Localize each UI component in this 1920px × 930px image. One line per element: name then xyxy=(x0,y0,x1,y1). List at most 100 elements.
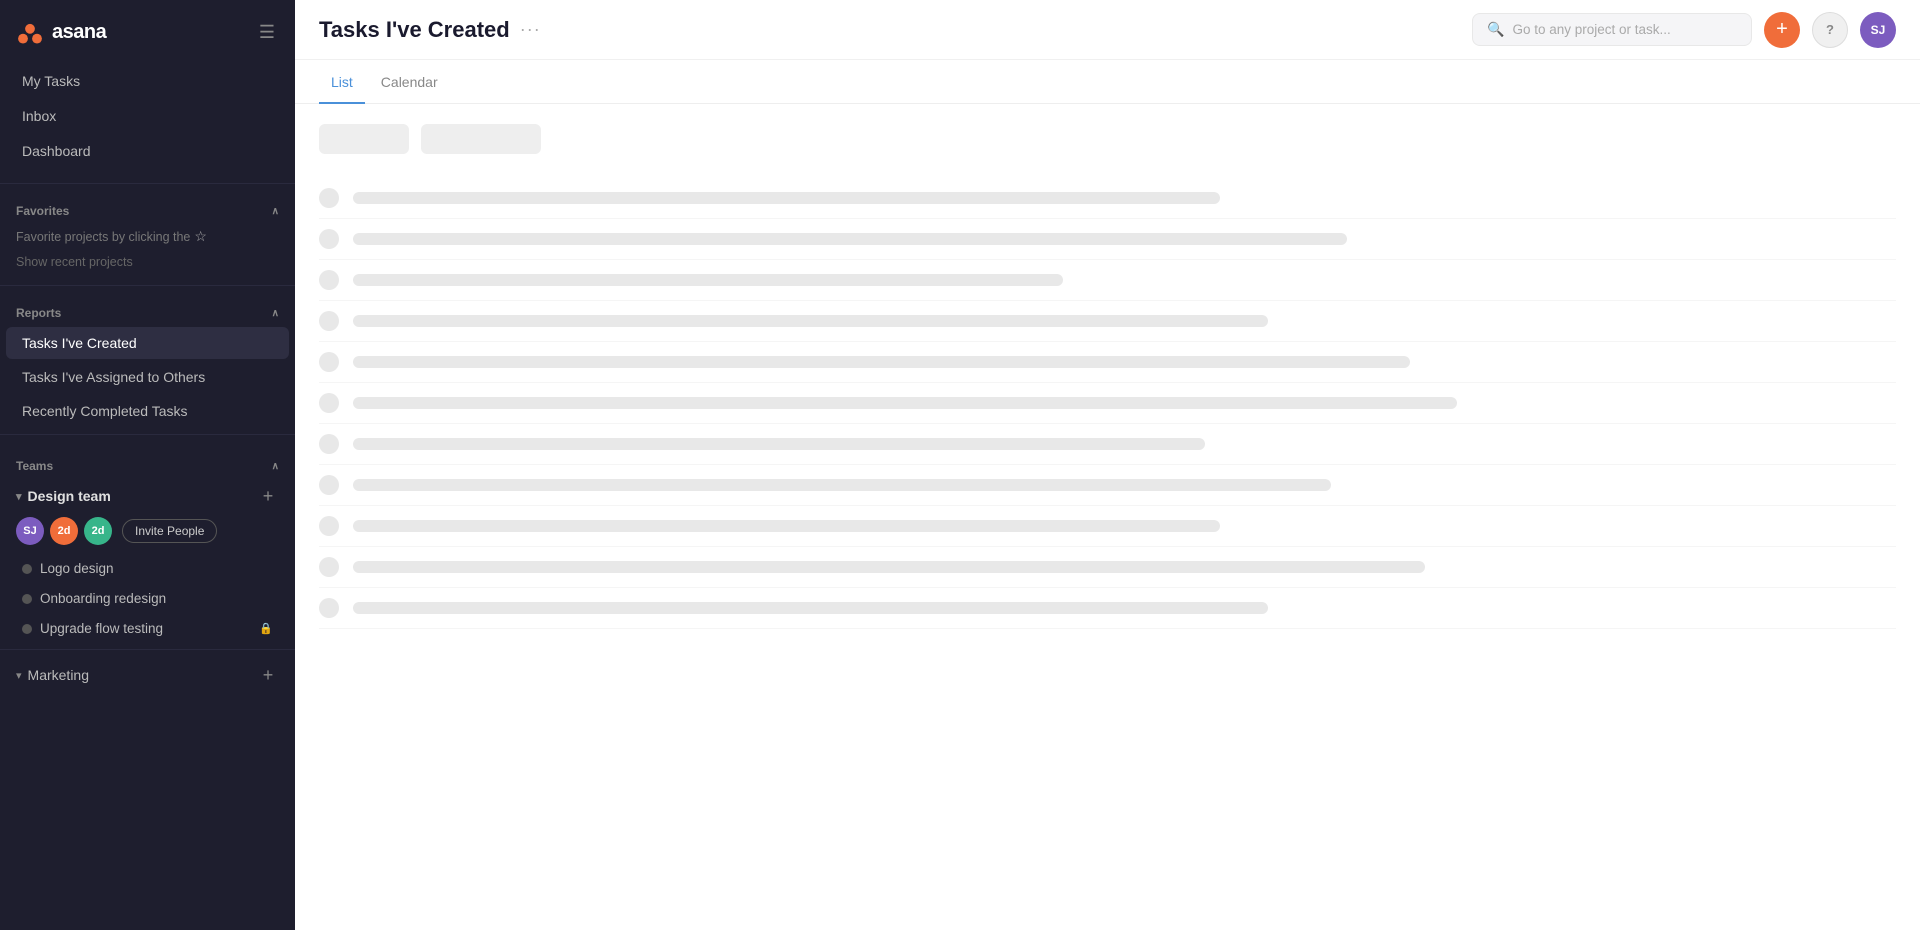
recently-completed-label: Recently Completed Tasks xyxy=(22,403,187,419)
skeleton-pill-2 xyxy=(421,124,541,154)
avatar-member3-initials: 2d xyxy=(92,525,105,537)
skeleton-line xyxy=(353,520,1220,532)
avatar-member2-initials: 2d xyxy=(58,525,71,537)
project-dot-icon xyxy=(22,594,32,604)
skeleton-circle xyxy=(319,557,339,577)
skeleton-circle xyxy=(319,229,339,249)
project-onboarding-redesign[interactable]: Onboarding redesign xyxy=(6,584,289,613)
asana-logo-icon xyxy=(16,19,44,47)
search-bar[interactable]: 🔍 Go to any project or task... xyxy=(1472,13,1752,46)
help-button[interactable]: ? xyxy=(1812,12,1848,48)
content-area xyxy=(295,104,1920,930)
project-dot-icon xyxy=(22,624,32,634)
skeleton-row xyxy=(319,424,1896,465)
skeleton-circle xyxy=(319,434,339,454)
more-options-button[interactable]: ··· xyxy=(520,19,541,40)
favorites-hint-text: Favorite projects by clicking the xyxy=(16,230,190,244)
user-avatar[interactable]: SJ xyxy=(1860,12,1896,48)
skeleton-circle xyxy=(319,188,339,208)
skeleton-circle xyxy=(319,475,339,495)
sidebar-nav: My Tasks Inbox Dashboard xyxy=(0,59,295,177)
skeleton-line xyxy=(353,315,1268,327)
skeleton-line xyxy=(353,192,1220,204)
tabs-bar: List Calendar xyxy=(295,60,1920,104)
avatar-sj[interactable]: SJ xyxy=(16,517,44,545)
favorites-section-header: Favorites ∧ xyxy=(0,190,295,224)
my-tasks-label: My Tasks xyxy=(22,73,80,89)
skeleton-row xyxy=(319,219,1896,260)
skeleton-line xyxy=(353,274,1063,286)
skeleton-line xyxy=(353,356,1410,368)
show-recent-projects[interactable]: Show recent projects xyxy=(0,251,295,279)
teams-chevron-icon[interactable]: ∧ xyxy=(272,461,279,472)
marketing-add-button[interactable]: + xyxy=(257,664,279,686)
skeleton-row xyxy=(319,588,1896,629)
avatar-member-3[interactable]: 2d xyxy=(84,517,112,545)
favorites-label: Favorites xyxy=(16,204,69,218)
project-logo-design-label: Logo design xyxy=(40,561,114,576)
topbar: Tasks I've Created ··· 🔍 Go to any proje… xyxy=(295,0,1920,60)
design-team-add-button[interactable]: + xyxy=(257,485,279,507)
skeleton-circle xyxy=(319,393,339,413)
reports-label: Reports xyxy=(16,306,61,320)
logo-area: asana xyxy=(16,19,106,47)
design-team-chevron-icon: ▾ xyxy=(16,490,22,503)
search-icon: 🔍 xyxy=(1487,21,1504,38)
dashboard-label: Dashboard xyxy=(22,143,91,159)
skeleton-row xyxy=(319,301,1896,342)
project-logo-design[interactable]: Logo design xyxy=(6,554,289,583)
star-icon: ☆ xyxy=(194,228,207,245)
skeleton-circle xyxy=(319,311,339,331)
skeleton-row xyxy=(319,465,1896,506)
divider-1 xyxy=(0,183,295,184)
add-button[interactable]: + xyxy=(1764,12,1800,48)
skeleton-filters xyxy=(319,124,1896,154)
sidebar-item-recently-completed[interactable]: Recently Completed Tasks xyxy=(6,395,289,427)
tab-list[interactable]: List xyxy=(319,60,365,104)
favorites-hint: Favorite projects by clicking the ☆ xyxy=(0,224,295,251)
teams-label: Teams xyxy=(16,459,53,473)
sidebar-item-tasks-assigned[interactable]: Tasks I've Assigned to Others xyxy=(6,361,289,393)
teams-section: Teams ∧ ▾ Design team + SJ 2d 2d Invite … xyxy=(0,445,295,690)
skeleton-line xyxy=(353,397,1457,409)
sidebar-item-dashboard[interactable]: Dashboard xyxy=(6,134,289,168)
favorites-chevron-icon[interactable]: ∧ xyxy=(272,206,279,217)
reports-chevron-icon[interactable]: ∧ xyxy=(272,308,279,319)
skeleton-row xyxy=(319,178,1896,219)
sidebar-item-inbox[interactable]: Inbox xyxy=(6,99,289,133)
marketing-chevron-icon: ▾ xyxy=(16,669,22,682)
invite-people-button[interactable]: Invite People xyxy=(122,519,217,543)
design-team-row: ▾ Design team + xyxy=(0,479,295,511)
design-team-members-row: SJ 2d 2d Invite People xyxy=(0,511,295,553)
skeleton-line xyxy=(353,479,1331,491)
marketing-team-row: ▾ Marketing + xyxy=(0,656,295,690)
skeleton-line xyxy=(353,233,1347,245)
inbox-label: Inbox xyxy=(22,108,56,124)
tasks-assigned-label: Tasks I've Assigned to Others xyxy=(22,369,205,385)
topbar-right: 🔍 Go to any project or task... + ? SJ xyxy=(1472,12,1896,48)
project-upgrade-label: Upgrade flow testing xyxy=(40,621,163,636)
project-dot-icon xyxy=(22,564,32,574)
avatar-member-2[interactable]: 2d xyxy=(50,517,78,545)
teams-section-header: Teams ∧ xyxy=(0,445,295,479)
reports-section-header: Reports ∧ xyxy=(0,292,295,326)
sidebar-item-tasks-created[interactable]: Tasks I've Created xyxy=(6,327,289,359)
project-upgrade-flow[interactable]: Upgrade flow testing 🔒 xyxy=(6,614,289,643)
marketing-label: Marketing xyxy=(28,667,89,683)
tasks-created-label: Tasks I've Created xyxy=(22,335,137,351)
design-team-name[interactable]: ▾ Design team xyxy=(16,488,111,504)
tab-calendar[interactable]: Calendar xyxy=(369,60,450,104)
avatar-sj-initials: SJ xyxy=(23,525,36,537)
lock-icon: 🔒 xyxy=(259,622,273,635)
skeleton-line xyxy=(353,561,1425,573)
skeleton-row xyxy=(319,383,1896,424)
sidebar-toggle-icon[interactable]: ☰ xyxy=(255,18,279,47)
divider-3 xyxy=(0,434,295,435)
sidebar-item-my-tasks[interactable]: My Tasks xyxy=(6,64,289,98)
project-onboarding-label: Onboarding redesign xyxy=(40,591,166,606)
main-content: Tasks I've Created ··· 🔍 Go to any proje… xyxy=(295,0,1920,930)
marketing-team-name[interactable]: ▾ Marketing xyxy=(16,667,89,683)
skeleton-row xyxy=(319,506,1896,547)
skeleton-line xyxy=(353,602,1268,614)
skeleton-row xyxy=(319,260,1896,301)
